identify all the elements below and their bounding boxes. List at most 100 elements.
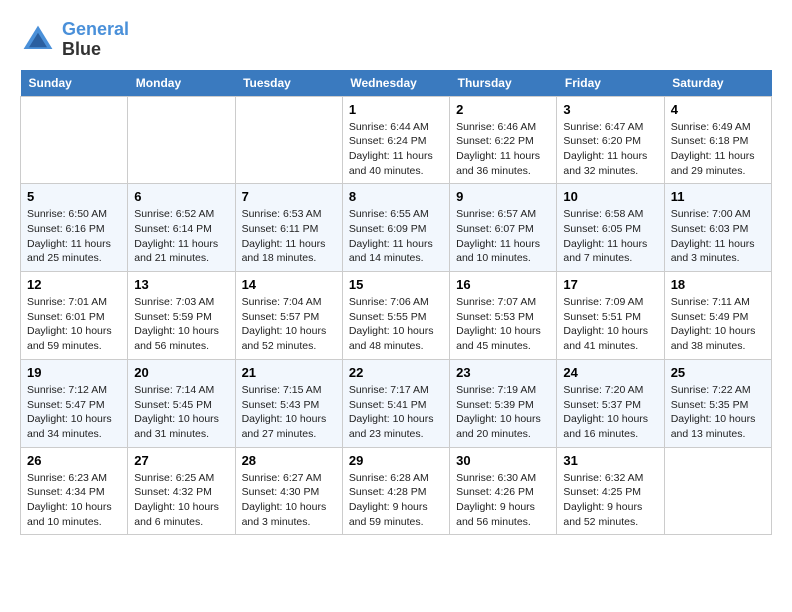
- day-info: Sunrise: 6:52 AM Sunset: 6:14 PM Dayligh…: [134, 207, 228, 266]
- day-info: Sunrise: 6:30 AM Sunset: 4:26 PM Dayligh…: [456, 471, 550, 530]
- day-number: 19: [27, 365, 121, 380]
- calendar-week-row: 5 Sunrise: 6:50 AM Sunset: 6:16 PM Daylig…: [21, 184, 772, 272]
- weekday-header: Saturday: [664, 70, 771, 97]
- day-number: 27: [134, 453, 228, 468]
- calendar-week-row: 12 Sunrise: 7:01 AM Sunset: 6:01 PM Dayli…: [21, 272, 772, 360]
- day-number: 13: [134, 277, 228, 292]
- calendar-day-cell: 19 Sunrise: 7:12 AM Sunset: 5:47 PM Dayli…: [21, 359, 128, 447]
- calendar-day-cell: 28Sunrise: 6:27 AM Sunset: 4:30 PM Dayli…: [235, 447, 342, 535]
- day-number: 11: [671, 189, 765, 204]
- calendar-day-cell: 29Sunrise: 6:28 AM Sunset: 4:28 PM Dayli…: [342, 447, 449, 535]
- day-info: Sunrise: 7:03 AM Sunset: 5:59 PM Dayligh…: [134, 295, 228, 354]
- calendar-day-cell: 8 Sunrise: 6:55 AM Sunset: 6:09 PM Daylig…: [342, 184, 449, 272]
- day-info: Sunrise: 7:19 AM Sunset: 5:39 PM Dayligh…: [456, 383, 550, 442]
- day-info: Sunrise: 7:04 AM Sunset: 5:57 PM Dayligh…: [242, 295, 336, 354]
- calendar-week-row: 26 Sunrise: 6:23 AM Sunset: 4:34 PM Dayli…: [21, 447, 772, 535]
- calendar-day-cell: 12 Sunrise: 7:01 AM Sunset: 6:01 PM Dayli…: [21, 272, 128, 360]
- calendar-day-cell: 2 Sunrise: 6:46 AM Sunset: 6:22 PM Daylig…: [450, 96, 557, 184]
- weekday-header: Tuesday: [235, 70, 342, 97]
- day-info: Sunrise: 6:23 AM Sunset: 4:34 PM Dayligh…: [27, 471, 121, 530]
- day-number: 18: [671, 277, 765, 292]
- calendar-table: SundayMondayTuesdayWednesdayThursdayFrid…: [20, 70, 772, 536]
- calendar-day-cell: [128, 96, 235, 184]
- day-number: 6: [134, 189, 228, 204]
- day-info: Sunrise: 6:53 AM Sunset: 6:11 PM Dayligh…: [242, 207, 336, 266]
- day-number: 30: [456, 453, 550, 468]
- day-number: 12: [27, 277, 121, 292]
- calendar-day-cell: 31 Sunrise: 6:32 AM Sunset: 4:25 PM Dayli…: [557, 447, 664, 535]
- calendar-day-cell: 14 Sunrise: 7:04 AM Sunset: 5:57 PM Dayli…: [235, 272, 342, 360]
- calendar-day-cell: [21, 96, 128, 184]
- calendar-day-cell: 10 Sunrise: 6:58 AM Sunset: 6:05 PM Dayli…: [557, 184, 664, 272]
- calendar-header-row: SundayMondayTuesdayWednesdayThursdayFrid…: [21, 70, 772, 97]
- day-info: Sunrise: 7:00 AM Sunset: 6:03 PM Dayligh…: [671, 207, 765, 266]
- logo: General Blue: [20, 20, 129, 60]
- calendar-day-cell: 5 Sunrise: 6:50 AM Sunset: 6:16 PM Daylig…: [21, 184, 128, 272]
- calendar-day-cell: 26 Sunrise: 6:23 AM Sunset: 4:34 PM Dayli…: [21, 447, 128, 535]
- calendar-day-cell: 30 Sunrise: 6:30 AM Sunset: 4:26 PM Dayli…: [450, 447, 557, 535]
- weekday-header: Thursday: [450, 70, 557, 97]
- calendar-day-cell: 7 Sunrise: 6:53 AM Sunset: 6:11 PM Daylig…: [235, 184, 342, 272]
- day-number: 24: [563, 365, 657, 380]
- day-info: Sunrise: 7:17 AM Sunset: 5:41 PM Dayligh…: [349, 383, 443, 442]
- weekday-header: Monday: [128, 70, 235, 97]
- calendar-week-row: 19 Sunrise: 7:12 AM Sunset: 5:47 PM Dayli…: [21, 359, 772, 447]
- day-info: Sunrise: 7:12 AM Sunset: 5:47 PM Dayligh…: [27, 383, 121, 442]
- logo-text: General Blue: [62, 20, 129, 60]
- day-info: Sunrise: 6:55 AM Sunset: 6:09 PM Dayligh…: [349, 207, 443, 266]
- day-info: Sunrise: 7:06 AM Sunset: 5:55 PM Dayligh…: [349, 295, 443, 354]
- day-number: 23: [456, 365, 550, 380]
- calendar-day-cell: 9Sunrise: 6:57 AM Sunset: 6:07 PM Daylig…: [450, 184, 557, 272]
- weekday-header: Wednesday: [342, 70, 449, 97]
- day-number: 10: [563, 189, 657, 204]
- day-info: Sunrise: 6:44 AM Sunset: 6:24 PM Dayligh…: [349, 120, 443, 179]
- day-number: 20: [134, 365, 228, 380]
- day-number: 15: [349, 277, 443, 292]
- calendar-day-cell: 6 Sunrise: 6:52 AM Sunset: 6:14 PM Daylig…: [128, 184, 235, 272]
- calendar-day-cell: 20 Sunrise: 7:14 AM Sunset: 5:45 PM Dayli…: [128, 359, 235, 447]
- calendar-day-cell: 15 Sunrise: 7:06 AM Sunset: 5:55 PM Dayli…: [342, 272, 449, 360]
- calendar-day-cell: 23 Sunrise: 7:19 AM Sunset: 5:39 PM Dayli…: [450, 359, 557, 447]
- day-info: Sunrise: 7:20 AM Sunset: 5:37 PM Dayligh…: [563, 383, 657, 442]
- calendar-day-cell: 25Sunrise: 7:22 AM Sunset: 5:35 PM Dayli…: [664, 359, 771, 447]
- day-info: Sunrise: 7:09 AM Sunset: 5:51 PM Dayligh…: [563, 295, 657, 354]
- calendar-day-cell: 17 Sunrise: 7:09 AM Sunset: 5:51 PM Dayli…: [557, 272, 664, 360]
- calendar-day-cell: 13 Sunrise: 7:03 AM Sunset: 5:59 PM Dayli…: [128, 272, 235, 360]
- weekday-header: Friday: [557, 70, 664, 97]
- calendar-week-row: 1Sunrise: 6:44 AM Sunset: 6:24 PM Daylig…: [21, 96, 772, 184]
- day-info: Sunrise: 7:14 AM Sunset: 5:45 PM Dayligh…: [134, 383, 228, 442]
- day-info: Sunrise: 6:57 AM Sunset: 6:07 PM Dayligh…: [456, 207, 550, 266]
- day-info: Sunrise: 6:28 AM Sunset: 4:28 PM Dayligh…: [349, 471, 443, 530]
- day-number: 2: [456, 102, 550, 117]
- page-header: General Blue: [20, 20, 772, 60]
- day-info: Sunrise: 6:50 AM Sunset: 6:16 PM Dayligh…: [27, 207, 121, 266]
- day-info: Sunrise: 6:25 AM Sunset: 4:32 PM Dayligh…: [134, 471, 228, 530]
- calendar-day-cell: [664, 447, 771, 535]
- day-number: 21: [242, 365, 336, 380]
- calendar-day-cell: 1Sunrise: 6:44 AM Sunset: 6:24 PM Daylig…: [342, 96, 449, 184]
- day-info: Sunrise: 7:11 AM Sunset: 5:49 PM Dayligh…: [671, 295, 765, 354]
- calendar-day-cell: 11 Sunrise: 7:00 AM Sunset: 6:03 PM Dayli…: [664, 184, 771, 272]
- day-number: 22: [349, 365, 443, 380]
- day-info: Sunrise: 6:58 AM Sunset: 6:05 PM Dayligh…: [563, 207, 657, 266]
- day-number: 7: [242, 189, 336, 204]
- day-number: 17: [563, 277, 657, 292]
- day-number: 31: [563, 453, 657, 468]
- day-number: 25: [671, 365, 765, 380]
- day-number: 16: [456, 277, 550, 292]
- weekday-header: Sunday: [21, 70, 128, 97]
- day-number: 5: [27, 189, 121, 204]
- day-number: 8: [349, 189, 443, 204]
- day-number: 28: [242, 453, 336, 468]
- day-info: Sunrise: 6:46 AM Sunset: 6:22 PM Dayligh…: [456, 120, 550, 179]
- calendar-day-cell: 24 Sunrise: 7:20 AM Sunset: 5:37 PM Dayli…: [557, 359, 664, 447]
- day-info: Sunrise: 7:01 AM Sunset: 6:01 PM Dayligh…: [27, 295, 121, 354]
- day-info: Sunrise: 7:07 AM Sunset: 5:53 PM Dayligh…: [456, 295, 550, 354]
- day-number: 26: [27, 453, 121, 468]
- day-number: 14: [242, 277, 336, 292]
- day-info: Sunrise: 6:47 AM Sunset: 6:20 PM Dayligh…: [563, 120, 657, 179]
- day-info: Sunrise: 6:32 AM Sunset: 4:25 PM Dayligh…: [563, 471, 657, 530]
- calendar-day-cell: 21Sunrise: 7:15 AM Sunset: 5:43 PM Dayli…: [235, 359, 342, 447]
- day-number: 4: [671, 102, 765, 117]
- calendar-day-cell: 4Sunrise: 6:49 AM Sunset: 6:18 PM Daylig…: [664, 96, 771, 184]
